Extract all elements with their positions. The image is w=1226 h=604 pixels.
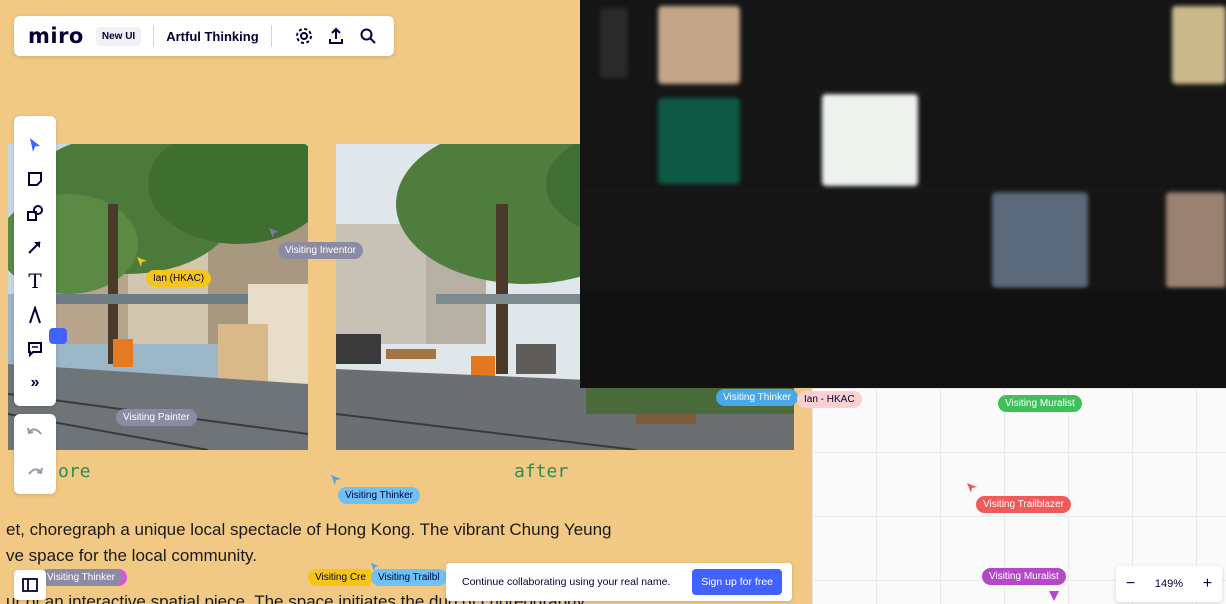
- cursor-label-visiting-muralist-purple: Visiting Muralist: [982, 568, 1066, 585]
- divider: [270, 25, 272, 47]
- search-icon[interactable]: [356, 24, 380, 48]
- select-icon[interactable]: [20, 128, 50, 162]
- cursor-label-bottom-creator: Visiting Cre: [308, 569, 373, 586]
- sticky-note-icon[interactable]: [20, 162, 50, 196]
- video-tile-participant[interactable]: [822, 94, 918, 186]
- cursor-arrow: [269, 228, 279, 238]
- banner-text: Continue collaborating using your real n…: [462, 576, 671, 588]
- cursor-label-visiting-trailblazer: Visiting Trailblazer: [976, 496, 1071, 513]
- video-divider: [580, 190, 1226, 191]
- video-tile-participant[interactable]: [992, 192, 1088, 288]
- cursor-label-visiting-painter: Visiting Painter: [116, 409, 197, 426]
- creation-toolbar: T »: [14, 116, 56, 406]
- shapes-icon[interactable]: [20, 196, 50, 230]
- caption-before: ore: [58, 461, 91, 482]
- pen-icon[interactable]: [20, 298, 50, 332]
- body-text-line-1: et, choregraph a unique local spectacle …: [6, 520, 612, 539]
- video-bottom-strip: [580, 290, 1226, 388]
- cursor-arrow: [331, 475, 341, 485]
- new-ui-badge[interactable]: New UI: [95, 26, 142, 46]
- miro-logo[interactable]: miro: [28, 24, 84, 48]
- connector-icon[interactable]: [20, 230, 50, 264]
- zoom-in-button[interactable]: +: [1203, 575, 1212, 593]
- cursor-arrow: [137, 257, 147, 267]
- comment-icon[interactable]: [20, 332, 50, 366]
- cursor-label-ian-hkac: Ian (HKAC): [146, 270, 212, 287]
- video-divider: [580, 90, 1226, 91]
- video-tile-participant[interactable]: [658, 98, 740, 184]
- cursor-label-visiting-thinker: Visiting Thinker: [338, 487, 420, 504]
- upload-icon[interactable]: [324, 24, 348, 48]
- cursor-label-visiting-thinker-right: Visiting Thinker: [716, 389, 798, 406]
- zoom-control: − 149% +: [1116, 566, 1222, 602]
- zoom-level[interactable]: 149%: [1155, 578, 1183, 590]
- gear-icon[interactable]: [292, 24, 316, 48]
- divider: [153, 25, 155, 47]
- cursor-label-ian-hkac-right: Ian - HKAC: [797, 391, 862, 408]
- video-tile-participant[interactable]: [1172, 6, 1226, 84]
- redo-icon[interactable]: [27, 465, 43, 483]
- body-text-line-2: ve space for the local community.: [6, 546, 258, 565]
- more-icon[interactable]: »: [20, 366, 50, 400]
- video-tile-participant[interactable]: [1166, 192, 1226, 288]
- board-name[interactable]: Artful Thinking: [166, 29, 258, 44]
- zoom-out-button[interactable]: −: [1126, 575, 1135, 593]
- signup-banner: Continue collaborating using your real n…: [446, 563, 792, 601]
- sign-up-button[interactable]: Sign up for free: [692, 569, 782, 595]
- cursor-label-partial: [49, 328, 67, 344]
- cursor-label-visiting-muralist-green: Visiting Muralist: [998, 395, 1082, 412]
- undo-redo-toolbar: [14, 414, 56, 494]
- sidebar-toggle-icon[interactable]: [14, 570, 46, 600]
- top-toolbar: miro New UI Artful Thinking: [14, 16, 394, 56]
- video-tile-participant[interactable]: [658, 6, 740, 84]
- cursor-label-bottom-trailblazer: Visiting Trailbl: [371, 569, 447, 586]
- cursor-arrow: [967, 483, 977, 493]
- cursor-label-bottom-thinker: Visiting Thinker: [40, 569, 122, 586]
- cursor-arrow: [1049, 591, 1059, 601]
- cursor-label-visiting-inventor: Visiting Inventor: [278, 242, 363, 259]
- video-call-overlay[interactable]: [580, 0, 1226, 388]
- video-tile: [600, 8, 628, 78]
- caption-after: after: [514, 461, 569, 482]
- text-icon[interactable]: T: [20, 264, 50, 298]
- undo-icon[interactable]: [27, 425, 43, 443]
